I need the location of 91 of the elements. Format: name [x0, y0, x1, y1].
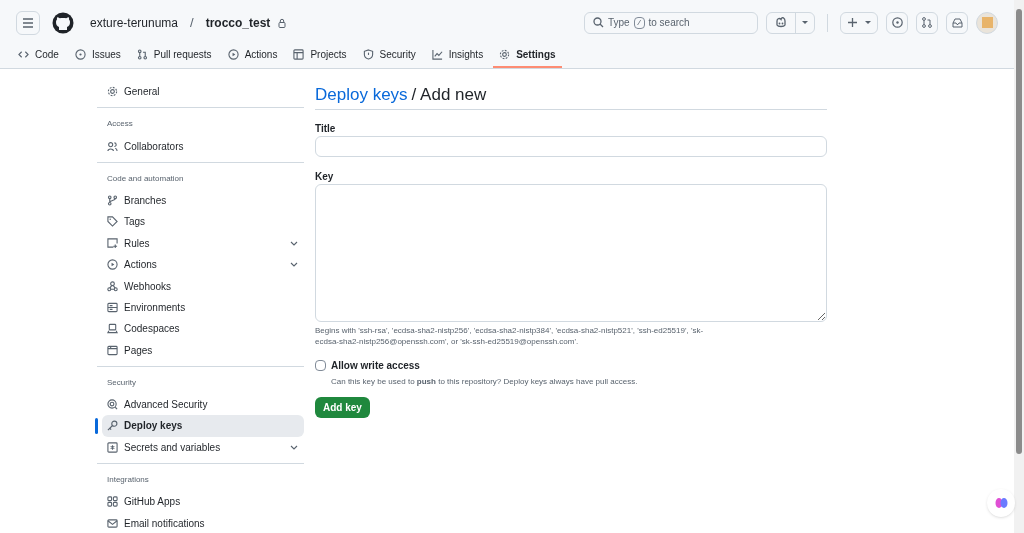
sidebar-item[interactable]: Advanced Security — [102, 393, 304, 416]
sidebar-item[interactable]: Pages — [102, 339, 304, 361]
nav-tab[interactable]: Pull requests — [130, 43, 218, 68]
scan-icon — [107, 399, 118, 411]
nav-tab[interactable]: Insights — [425, 43, 490, 68]
asterisk-icon — [107, 441, 118, 453]
nav-tab[interactable]: Actions — [221, 43, 284, 68]
caret-icon — [864, 20, 871, 25]
logo-icon[interactable] — [52, 11, 74, 34]
sidebar-item[interactable]: Environments — [102, 296, 304, 319]
add-key-button[interactable]: Add key — [315, 397, 370, 418]
field-label: Title — [315, 122, 337, 135]
nav-tab[interactable]: Security — [356, 43, 422, 68]
circle-dot-icon — [74, 49, 86, 60]
nav-tab[interactable]: Projects — [287, 43, 353, 68]
shortcut-key: / — [633, 16, 645, 29]
avatar[interactable] — [976, 11, 998, 34]
server-icon — [107, 301, 118, 313]
field-label: Key — [315, 170, 335, 183]
issues-button[interactable] — [886, 11, 908, 34]
copilot-icon — [775, 17, 787, 29]
pull-request-icon — [136, 49, 148, 60]
page-title: / Add new — [411, 84, 487, 107]
browser-icon — [107, 344, 118, 356]
search-placeholder: to search — [648, 16, 690, 31]
copilot-button[interactable] — [766, 11, 815, 34]
chevron-icon — [290, 240, 298, 246]
caret-icon — [802, 20, 808, 25]
key-icon — [107, 420, 118, 432]
mail-icon — [107, 517, 118, 529]
apps-icon — [107, 496, 118, 508]
checkbox-label[interactable]: Allow write access — [331, 358, 420, 373]
checkbox[interactable] — [315, 360, 326, 371]
sidebar-item[interactable]: Tags — [102, 211, 304, 233]
section-heading: Access — [106, 118, 134, 131]
branch-icon — [107, 194, 118, 206]
checkbox-description: Can this key be used to push to this repository? Deploy keys always have pull access. — [331, 376, 639, 388]
play-icon — [227, 49, 239, 60]
sidebar-item[interactable]: General — [102, 81, 304, 103]
tag-icon — [107, 216, 118, 228]
graph-icon — [431, 49, 443, 60]
sidebar-item[interactable]: Rules — [102, 232, 304, 254]
sidebar-item[interactable]: Codespaces — [102, 318, 304, 340]
deploy-keys-link[interactable]: Deploy keys — [315, 82, 408, 108]
scrollbar[interactable] — [1014, 0, 1024, 533]
search-icon — [593, 17, 604, 29]
sidebar-item[interactable]: Branches — [102, 189, 304, 212]
inbox-icon — [951, 17, 963, 28]
sidebar-item[interactable]: Actions — [102, 253, 304, 276]
nav-tab[interactable]: Settings — [493, 43, 562, 68]
section-heading: Integrations — [106, 474, 150, 487]
create-button[interactable] — [840, 11, 878, 34]
owner-link[interactable]: exture-terunuma — [90, 13, 179, 32]
gear-icon — [107, 86, 118, 98]
sidebar-item[interactable]: GitHub Apps — [102, 491, 304, 513]
path-separator: / — [190, 13, 194, 32]
section-heading: Security — [106, 376, 137, 389]
webhook-icon — [107, 280, 118, 292]
play-icon — [107, 259, 118, 271]
search-placeholder: Type — [608, 16, 630, 31]
inbox-button[interactable] — [946, 11, 968, 34]
assistant-button[interactable] — [987, 489, 1015, 517]
search-field[interactable]: Type / to search — [584, 11, 758, 34]
sidebar-item[interactable]: Webhooks — [102, 275, 304, 297]
chevron-icon — [290, 262, 298, 268]
key-hint: Begins with 'ssh-rsa', 'ecdsa-sha2-nistp256', 'ecdsa-sha2-nistp384', 'ecdsa-sha2-nistp521', 'ssh-ed25519', 'sk-ecdsa-sha2-nistp256@openssh.com', or 'sk-ssh-ed25519@openssh.com'. — [315, 325, 705, 347]
sidebar-item[interactable]: Secrets and variables — [102, 436, 304, 459]
nav-tab[interactable]: Issues — [68, 43, 127, 68]
circle-dot-icon — [891, 17, 903, 29]
shield-icon — [362, 49, 374, 60]
lock-icon — [278, 17, 287, 28]
table-icon — [293, 49, 305, 60]
pull-requests-button[interactable] — [916, 11, 938, 34]
plus-icon — [847, 18, 857, 28]
gear-icon — [499, 49, 511, 60]
rules-icon — [107, 237, 118, 249]
title-input[interactable] — [315, 136, 827, 157]
selection-bar — [95, 418, 98, 435]
sidebar-item[interactable]: Deploy keys — [102, 415, 304, 437]
sidebar-item[interactable]: Collaborators — [102, 135, 304, 157]
laptop-icon — [107, 323, 118, 335]
pull-request-icon — [922, 17, 932, 29]
people-icon — [107, 140, 118, 152]
code-icon — [18, 49, 29, 60]
nav-tab[interactable]: Code — [12, 43, 65, 68]
menu-button[interactable] — [16, 10, 40, 35]
section-heading: Code and automation — [106, 172, 185, 185]
sidebar-item[interactable]: Email notifications — [102, 512, 304, 533]
menu-icon — [22, 17, 34, 28]
chevron-icon — [290, 444, 298, 450]
repo-link[interactable]: trocco_test — [205, 13, 271, 32]
